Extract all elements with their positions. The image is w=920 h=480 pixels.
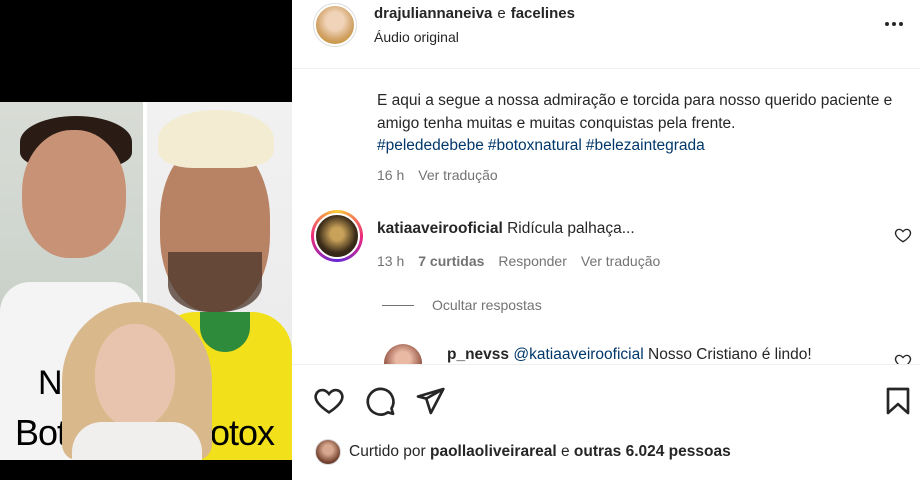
liked-by-line: Curtido por paollaoliveirareal e outras … xyxy=(349,443,731,461)
liked-username[interactable]: paollaoliveirareal xyxy=(430,443,557,460)
reply: p_nevss @katiaaveirooficial Nosso Cristi… xyxy=(447,346,812,364)
comment: katiaaveirooficial Ridícula palhaça... xyxy=(377,220,635,238)
liked-by-avatar[interactable] xyxy=(315,439,341,465)
liked-prefix: Curtido por xyxy=(349,443,426,460)
comment-likes[interactable]: 7 curtidas xyxy=(418,253,484,269)
post-media[interactable]: NO Bot otox xyxy=(0,0,292,480)
caption: E aqui a segue a nossa admiração e torci… xyxy=(377,90,907,158)
reply-text: Nosso Cristiano é lindo! xyxy=(648,346,812,363)
media-letterbox-bottom xyxy=(0,460,292,480)
save-bookmark-icon[interactable] xyxy=(882,385,914,417)
hashtag-link[interactable]: #belezaintegrada xyxy=(586,137,705,154)
action-bar: Curtido por paollaoliveirareal e outras … xyxy=(292,364,920,480)
liked-others[interactable]: outras 6.024 pessoas xyxy=(574,443,731,460)
right-person-hair xyxy=(158,110,274,168)
replies-divider xyxy=(382,304,414,306)
comment-like-icon[interactable] xyxy=(894,226,912,244)
share-icon[interactable] xyxy=(414,385,446,417)
author-avatar[interactable] xyxy=(314,4,356,46)
comment-see-translation[interactable]: Ver tradução xyxy=(581,253,660,269)
overlay-text-boto: Bot xyxy=(15,412,67,453)
post-image: NO Bot otox xyxy=(0,102,292,460)
woman-body xyxy=(72,422,202,460)
media-letterbox-top xyxy=(0,0,292,102)
comment-username[interactable]: katiaaveirooficial xyxy=(377,220,503,237)
comment-reply-button[interactable]: Responder xyxy=(498,253,567,269)
author-connector: e xyxy=(497,5,506,22)
overlay-text-otox: otox xyxy=(210,412,275,453)
hashtag-link[interactable]: #botoxnatural xyxy=(488,137,582,154)
comment-meta: 13 h 7 curtidas Responder Ver tradução xyxy=(377,253,660,269)
liked-connector: e xyxy=(560,443,570,460)
reply-username[interactable]: p_nevss xyxy=(447,346,509,363)
hashtag-link[interactable]: #pelededebebe xyxy=(377,137,484,154)
commenter-avatar[interactable] xyxy=(311,210,363,262)
caption-meta: 16 h Ver tradução xyxy=(377,167,498,183)
comment-icon[interactable] xyxy=(364,385,396,417)
comment-time[interactable]: 13 h xyxy=(377,253,404,269)
more-options-icon[interactable] xyxy=(882,14,906,34)
author-username[interactable]: drajuliannaneiva xyxy=(374,5,492,22)
reply-mention[interactable]: @katiaaveirooficial xyxy=(513,346,643,363)
caption-hashtags: #pelededebebe #botoxnatural #belezaintegra… xyxy=(377,137,709,154)
caption-text: E aqui a segue a nossa admiração e torci… xyxy=(377,92,893,132)
left-person-face xyxy=(22,130,126,258)
hide-replies-label: Ocultar respostas xyxy=(432,297,542,313)
comment-text: Ridícula palhaça... xyxy=(507,220,635,237)
coauthor-username[interactable]: facelines xyxy=(511,5,575,22)
post-header: drajuliannaneiva e facelines Áudio origina… xyxy=(292,0,920,69)
right-person-beard xyxy=(168,252,262,312)
author-line: drajuliannaneiva e facelines xyxy=(374,5,575,22)
audio-link[interactable]: Áudio original xyxy=(374,29,459,45)
caption-time[interactable]: 16 h xyxy=(377,167,404,183)
hide-replies-button[interactable]: Ocultar respostas xyxy=(382,297,542,313)
post-sidebar: drajuliannaneiva e facelines Áudio origina… xyxy=(292,0,920,480)
like-icon[interactable] xyxy=(313,385,345,417)
woman-face xyxy=(95,324,175,428)
caption-see-translation[interactable]: Ver tradução xyxy=(418,167,497,183)
